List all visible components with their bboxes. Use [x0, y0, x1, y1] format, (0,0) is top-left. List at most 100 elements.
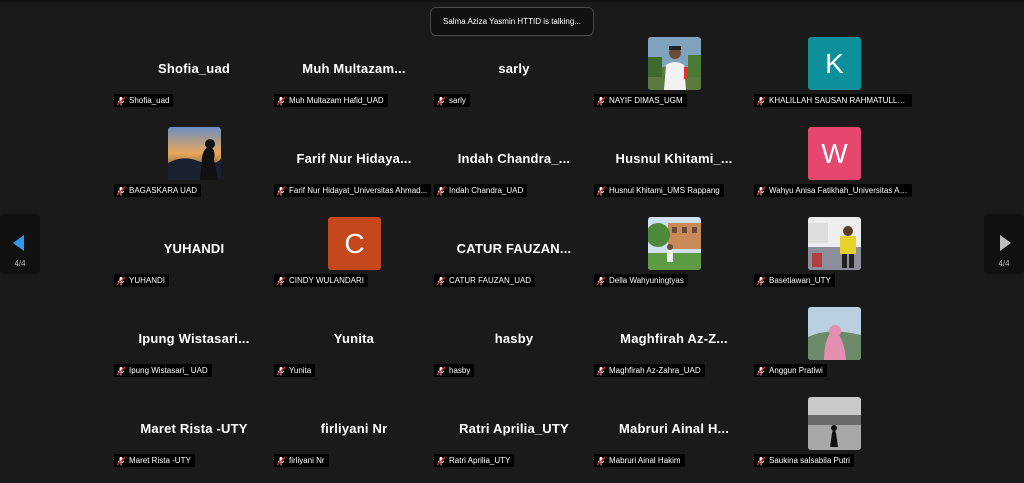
- participant-photo: [808, 217, 861, 270]
- muted-mic-icon: [596, 96, 606, 105]
- muted-mic-icon: [596, 186, 606, 195]
- participant-photo: [808, 307, 861, 360]
- participant-tile[interactable]: Basetiawan_UTY: [754, 217, 914, 303]
- participant-name-label: KHALILLAH SAUSAN RAHMATULLAH...: [769, 96, 908, 105]
- participant-nameplate: Farif Nur Hidayat_Universitas Ahmad...: [274, 184, 432, 197]
- participant-photo: [648, 217, 701, 270]
- participant-display-name: Maghfirah Az-Z...: [620, 331, 728, 346]
- participant-tile[interactable]: Ratri Aprilia_UTY Ratri Aprilia_UTY: [434, 397, 594, 483]
- participant-nameplate: CINDY WULANDARI: [274, 274, 368, 287]
- participant-gallery: Shofia_uad Shofia_uad Muh Multazam... Muh M…: [0, 0, 1024, 474]
- right-arrow-icon: [1000, 235, 1011, 251]
- participant-nameplate: Mabruri Ainal Hakim: [594, 454, 685, 467]
- muted-mic-icon: [436, 366, 446, 375]
- muted-mic-icon: [276, 276, 286, 285]
- participant-photo: [648, 37, 701, 90]
- participant-tile[interactable]: sarly sarly: [434, 37, 594, 123]
- participant-name-label: Farif Nur Hidayat_Universitas Ahmad...: [289, 186, 428, 195]
- participant-display-name: Ratri Aprilia_UTY: [459, 421, 569, 436]
- participant-display-name: Yunita: [333, 331, 375, 346]
- participant-tile[interactable]: Saukina salsabila Putri: [754, 397, 914, 483]
- next-page-button[interactable]: 4/4: [984, 214, 1024, 274]
- participant-tile[interactable]: Della Wahyuningtyas: [594, 217, 754, 303]
- participant-name-label: Husnul Khitami_UMS Rappang: [609, 186, 720, 195]
- participant-display-name: Ipung Wistasari...: [138, 331, 250, 346]
- participant-name-label: Indah Chandra_UAD: [449, 186, 524, 195]
- participant-display-name: Farif Nur Hidaya...: [296, 151, 412, 166]
- muted-mic-icon: [756, 96, 766, 105]
- participant-display-name: YUHANDI: [163, 241, 225, 256]
- participant-nameplate: Ratri Aprilia_UTY: [434, 454, 515, 467]
- participant-display-name: firliyani Nr: [320, 421, 388, 436]
- participant-tile[interactable]: C CINDY WULANDARI: [274, 217, 434, 303]
- participant-display-name: Mabruri Ainal H...: [618, 421, 730, 436]
- participant-tile[interactable]: firliyani Nr firliyani Nr: [274, 397, 434, 483]
- participant-tile[interactable]: YUHANDI YUHANDI: [114, 217, 274, 303]
- participant-tile[interactable]: hasby hasby: [434, 307, 594, 393]
- participant-nameplate: Indah Chandra_UAD: [434, 184, 528, 197]
- previous-page-button[interactable]: 4/4: [0, 214, 40, 274]
- participant-avatar-letter: W: [808, 127, 861, 180]
- muted-mic-icon: [436, 276, 446, 285]
- participant-name-label: CINDY WULANDARI: [289, 276, 364, 285]
- participant-display-name: Indah Chandra_...: [457, 151, 571, 166]
- participant-name-label: hasby: [449, 366, 471, 375]
- muted-mic-icon: [276, 456, 286, 465]
- participant-display-name: CATUR FAUZAN...: [456, 241, 572, 256]
- muted-mic-icon: [116, 456, 126, 465]
- participant-tile[interactable]: W Wahyu Anisa Fatikhah_Universitas Ah...: [754, 127, 914, 213]
- participant-nameplate: Ipung Wistasari_ UAD: [114, 364, 212, 377]
- participant-tile[interactable]: CATUR FAUZAN... CATUR FAUZAN_UAD: [434, 217, 594, 303]
- participant-name-label: Mabruri Ainal Hakim: [609, 456, 681, 465]
- participant-tile[interactable]: Indah Chandra_... Indah Chandra_UAD: [434, 127, 594, 213]
- participant-name-label: Wahyu Anisa Fatikhah_Universitas Ah...: [769, 186, 908, 195]
- participant-tile[interactable]: Muh Multazam... Muh Multazam Hafid_UAD: [274, 37, 434, 123]
- participant-nameplate: NAYIF DIMAS_UGM: [594, 94, 687, 107]
- muted-mic-icon: [276, 186, 286, 195]
- participant-photo: [168, 127, 221, 180]
- participant-tile[interactable]: NAYIF DIMAS_UGM: [594, 37, 754, 123]
- participant-nameplate: Shofia_uad: [114, 94, 174, 107]
- participant-display-name: sarly: [498, 61, 530, 76]
- participant-tile[interactable]: Yunita Yunita: [274, 307, 434, 393]
- participant-name-label: Ipung Wistasari_ UAD: [129, 366, 208, 375]
- muted-mic-icon: [436, 186, 446, 195]
- participant-name-label: sarly: [449, 96, 466, 105]
- participant-name-label: Basetiawan_UTY: [769, 276, 831, 285]
- muted-mic-icon: [596, 276, 606, 285]
- page-indicator-left: 4/4: [14, 259, 26, 268]
- participant-nameplate: Anggun Pratiwi: [754, 364, 827, 377]
- participant-nameplate: KHALILLAH SAUSAN RAHMATULLAH...: [754, 94, 912, 107]
- participant-display-name: Shofia_uad: [157, 61, 231, 76]
- participant-name-label: Maret Rista -UTY: [129, 456, 191, 465]
- participant-display-name: Muh Multazam...: [302, 61, 406, 76]
- participant-tile[interactable]: Maghfirah Az-Z... Maghfirah Az-Zahra_UAD: [594, 307, 754, 393]
- participant-avatar-letter: K: [808, 37, 861, 90]
- page-indicator-right: 4/4: [998, 259, 1010, 268]
- participant-name-label: Shofia_uad: [129, 96, 170, 105]
- participant-tile[interactable]: Anggun Pratiwi: [754, 307, 914, 393]
- participant-nameplate: YUHANDI: [114, 274, 170, 287]
- muted-mic-icon: [596, 366, 606, 375]
- participant-name-label: NAYIF DIMAS_UGM: [609, 96, 683, 105]
- participant-name-label: Yunita: [289, 366, 312, 375]
- participant-tile[interactable]: BAGASKARA UAD: [114, 127, 274, 213]
- participant-nameplate: hasby: [434, 364, 475, 377]
- muted-mic-icon: [116, 96, 126, 105]
- muted-mic-icon: [116, 276, 126, 285]
- participant-tile[interactable]: Maret Rista -UTY Maret Rista -UTY: [114, 397, 274, 483]
- participant-tile[interactable]: Farif Nur Hidaya... Farif Nur Hidayat_Uni…: [274, 127, 434, 213]
- participant-tile[interactable]: Ipung Wistasari... Ipung Wistasari_ UAD: [114, 307, 274, 393]
- participant-nameplate: Yunita: [274, 364, 316, 377]
- participant-name-label: YUHANDI: [129, 276, 166, 285]
- participant-display-name: Maret Rista -UTY: [140, 421, 248, 436]
- participant-nameplate: Muh Multazam Hafid_UAD: [274, 94, 388, 107]
- participant-nameplate: Maret Rista -UTY: [114, 454, 195, 467]
- participant-tile[interactable]: Husnul Khitami_... Husnul Khitami_UMS Rap…: [594, 127, 754, 213]
- participant-name-label: BAGASKARA UAD: [129, 186, 198, 195]
- participant-name-label: Muh Multazam Hafid_UAD: [289, 96, 384, 105]
- participant-tile[interactable]: Mabruri Ainal H... Mabruri Ainal Hakim: [594, 397, 754, 483]
- participant-tile[interactable]: K KHALILLAH SAUSAN RAHMATULLAH...: [754, 37, 914, 123]
- participant-tile[interactable]: Shofia_uad Shofia_uad: [114, 37, 274, 123]
- participant-nameplate: Wahyu Anisa Fatikhah_Universitas Ah...: [754, 184, 912, 197]
